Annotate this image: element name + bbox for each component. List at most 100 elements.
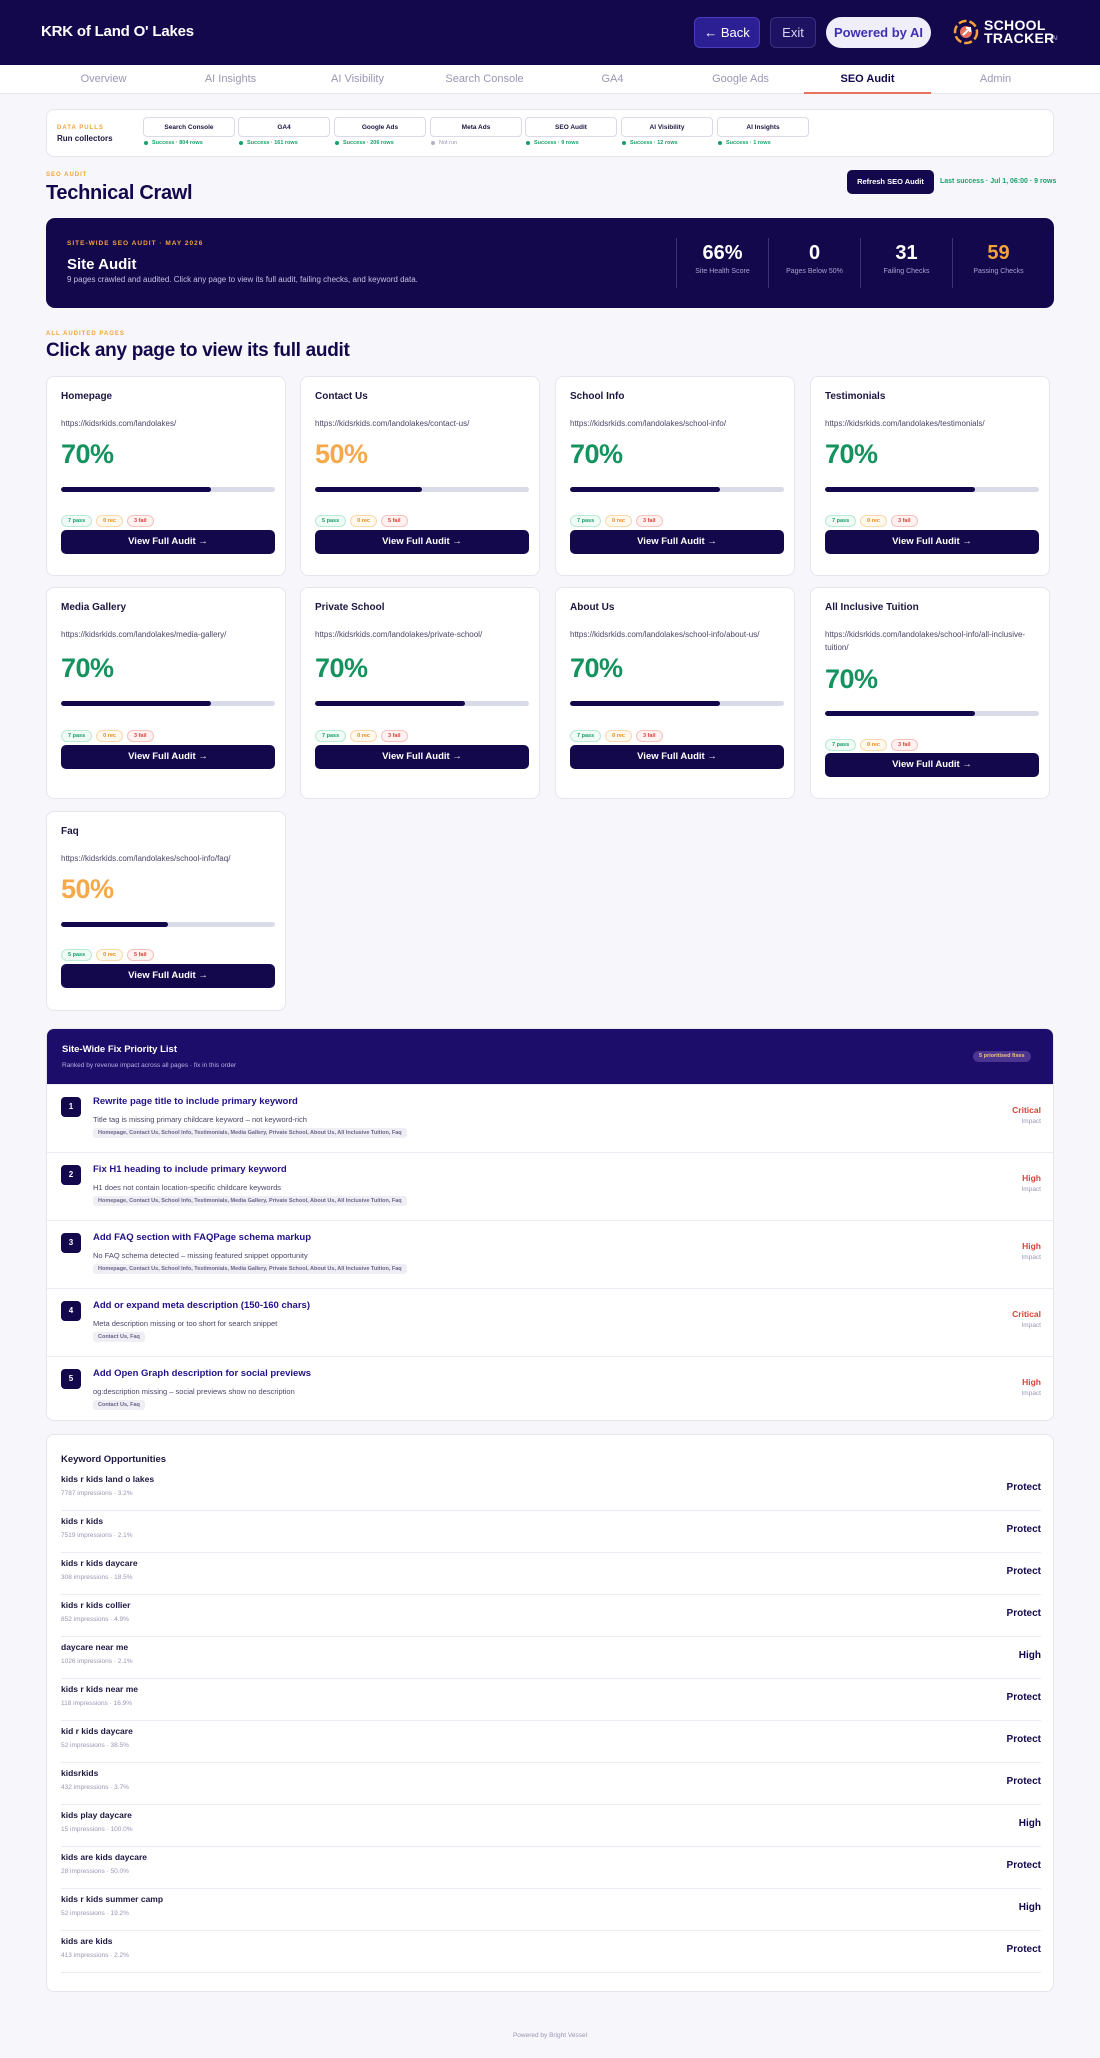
keyword-row: kids play daycare 15 impressions · 100.0… xyxy=(61,1805,1041,1847)
tab-overview[interactable]: Overview xyxy=(40,65,167,94)
rec-pill: 0 rec xyxy=(350,515,377,527)
powered-by-ai-button[interactable]: Powered by AI xyxy=(826,17,931,48)
keyword-row: kids r kids land o lakes 7787 impression… xyxy=(61,1469,1041,1511)
keyword-row: kids r kids daycare 308 impressions · 18… xyxy=(61,1553,1041,1595)
page-score: 50% xyxy=(61,874,114,904)
score-bar xyxy=(61,701,275,706)
priority-item: 5 Add Open Graph description for social … xyxy=(47,1356,1053,1420)
tab-google-ads[interactable]: Google Ads xyxy=(677,65,804,94)
keyword-action: Protect xyxy=(1006,1608,1041,1619)
pass-pill: 7 pass xyxy=(61,515,93,527)
priority-rank: 4 xyxy=(61,1301,81,1321)
back-button[interactable]: ← Back xyxy=(694,17,760,48)
page-card-all-inclusive-tuition[interactable]: All Inclusive Tuition https://kidsrkids.… xyxy=(810,587,1050,799)
page-card-title: School Info xyxy=(570,391,625,402)
view-full-audit-button[interactable]: View Full Audit → xyxy=(315,745,529,769)
keyword-action: High xyxy=(1018,1650,1041,1661)
collector-google-ads-button[interactable]: Google Ads xyxy=(334,117,426,137)
keyword-meta: 1026 impressions · 2.1% xyxy=(61,1658,133,1665)
tab-ai-insights[interactable]: AI Insights xyxy=(167,65,294,94)
tab-search-console[interactable]: Search Console xyxy=(421,65,548,94)
page-card-faq[interactable]: Faq https://kidsrkids.com/landolakes/sch… xyxy=(46,811,286,1011)
page-score: 70% xyxy=(570,439,623,469)
page-card-url: https://kidsrkids.com/landolakes/contact… xyxy=(315,419,470,428)
view-full-audit-button[interactable]: View Full Audit → xyxy=(825,530,1039,554)
priority-title: Add or expand meta description (150-160 … xyxy=(93,1300,310,1311)
impact-indicator: High Impact xyxy=(1021,1377,1041,1397)
tab-ai-visibility[interactable]: AI Visibility xyxy=(294,65,421,94)
view-full-audit-button[interactable]: View Full Audit → xyxy=(825,753,1039,777)
view-full-audit-button[interactable]: View Full Audit → xyxy=(570,745,784,769)
page-card-about-us[interactable]: About Us https://kidsrkids.com/landolake… xyxy=(555,587,795,799)
page-card-media-gallery[interactable]: Media Gallery https://kidsrkids.com/land… xyxy=(46,587,286,799)
keyword-meta: 413 impressions · 2.2% xyxy=(61,1952,129,1959)
rec-pill: 0 rec xyxy=(96,730,123,742)
fix-count-badge: 5 prioritised fixes xyxy=(973,1051,1031,1062)
page-card-homepage[interactable]: Homepage https://kidsrkids.com/landolake… xyxy=(46,376,286,576)
compass-logo-icon xyxy=(953,19,979,45)
score-bar-fill xyxy=(61,922,168,927)
refresh-seo-audit-button[interactable]: Refresh SEO Audit xyxy=(847,170,934,194)
collector-seo-audit-button[interactable]: SEO Audit xyxy=(525,117,617,137)
top-bar: KRK of Land O' Lakes ← Back Exit Powered… xyxy=(0,0,1100,65)
score-bar-fill xyxy=(570,487,720,492)
rec-pill: 0 rec xyxy=(96,515,123,527)
priority-title: Add Open Graph description for social pr… xyxy=(93,1368,312,1379)
view-full-audit-button[interactable]: View Full Audit → xyxy=(315,530,529,554)
page-card-private-school[interactable]: Private School https://kidsrkids.com/lan… xyxy=(300,587,540,799)
page-card-title: About Us xyxy=(570,602,615,613)
collector-status: Success · 804 rows xyxy=(144,140,203,146)
keyword-name: kids are kids daycare xyxy=(61,1852,148,1862)
stat-value: 59 xyxy=(987,242,1010,264)
impact-label: Impact xyxy=(1021,1322,1041,1329)
keyword-name: kids r kids xyxy=(61,1516,104,1526)
affected-pages-tag: Homepage, Contact Us, School Info, Testi… xyxy=(93,1264,407,1274)
page-card-title: Faq xyxy=(61,826,79,837)
collector-ga4-button[interactable]: GA4 xyxy=(238,117,330,137)
page-card-contact-us[interactable]: Contact Us https://kidsrkids.com/landola… xyxy=(300,376,540,576)
rec-pill: 0 rec xyxy=(605,515,632,527)
fail-pill: 5 fail xyxy=(126,949,154,961)
keyword-name: kidsrkids xyxy=(61,1768,99,1778)
keyword-action: High xyxy=(1018,1818,1041,1829)
collector-ai-insights-button[interactable]: AI Insights xyxy=(717,117,809,137)
page-card-url: https://kidsrkids.com/landolakes/ xyxy=(61,419,177,428)
score-bar-fill xyxy=(315,701,465,706)
priority-title: Add FAQ section with FAQPage schema mark… xyxy=(93,1232,312,1243)
keyword-meta: 308 impressions · 18.5% xyxy=(61,1574,133,1581)
page-score: 70% xyxy=(61,653,114,683)
data-pulls-eyebrow: DATA PULLS xyxy=(57,125,104,131)
keyword-action: Protect xyxy=(1006,1944,1041,1955)
pass-pill: 7 pass xyxy=(61,730,93,742)
check-pills: 7 pass 0 rec 3 fail xyxy=(61,724,158,742)
tab-seo-audit[interactable]: SEO Audit xyxy=(804,65,931,94)
collector-status: Success · 12 rows xyxy=(622,140,678,146)
score-bar-fill xyxy=(570,701,720,706)
view-full-audit-button[interactable]: View Full Audit → xyxy=(61,964,275,988)
site-audit-title: Site Audit xyxy=(67,256,137,273)
view-full-audit-button[interactable]: View Full Audit → xyxy=(61,530,275,554)
fail-pill: 3 fail xyxy=(635,730,663,742)
collector-ai-visibility-button[interactable]: AI Visibility xyxy=(621,117,713,137)
collector-search-console-button[interactable]: Search Console xyxy=(143,117,235,137)
stat-site-health: 66% Site Health Score xyxy=(676,238,768,288)
keyword-action: Protect xyxy=(1006,1524,1041,1535)
exit-button[interactable]: Exit xyxy=(770,17,816,48)
tab-ga4[interactable]: GA4 xyxy=(549,65,676,94)
pass-pill: 7 pass xyxy=(315,730,347,742)
impact-indicator: Critical Impact xyxy=(1012,1309,1041,1329)
page-card-testimonials[interactable]: Testimonials https://kidsrkids.com/lando… xyxy=(810,376,1050,576)
score-bar xyxy=(61,922,275,927)
view-full-audit-button[interactable]: View Full Audit → xyxy=(570,530,784,554)
page-card-school-info[interactable]: School Info https://kidsrkids.com/landol… xyxy=(555,376,795,576)
view-full-audit-button[interactable]: View Full Audit → xyxy=(61,745,275,769)
priority-title: Fix H1 heading to include primary keywor… xyxy=(93,1164,287,1175)
check-pills: 5 pass 0 rec 5 fail xyxy=(315,509,412,527)
page-card-url: https://kidsrkids.com/landolakes/school-… xyxy=(61,854,231,863)
priority-item: 1 Rewrite page title to include primary … xyxy=(47,1084,1053,1152)
page-score: 50% xyxy=(315,439,368,469)
tab-admin[interactable]: Admin xyxy=(932,65,1059,94)
score-bar xyxy=(570,487,784,492)
status-dot-icon xyxy=(526,140,530,145)
collector-meta-ads-button[interactable]: Meta Ads xyxy=(430,117,522,137)
